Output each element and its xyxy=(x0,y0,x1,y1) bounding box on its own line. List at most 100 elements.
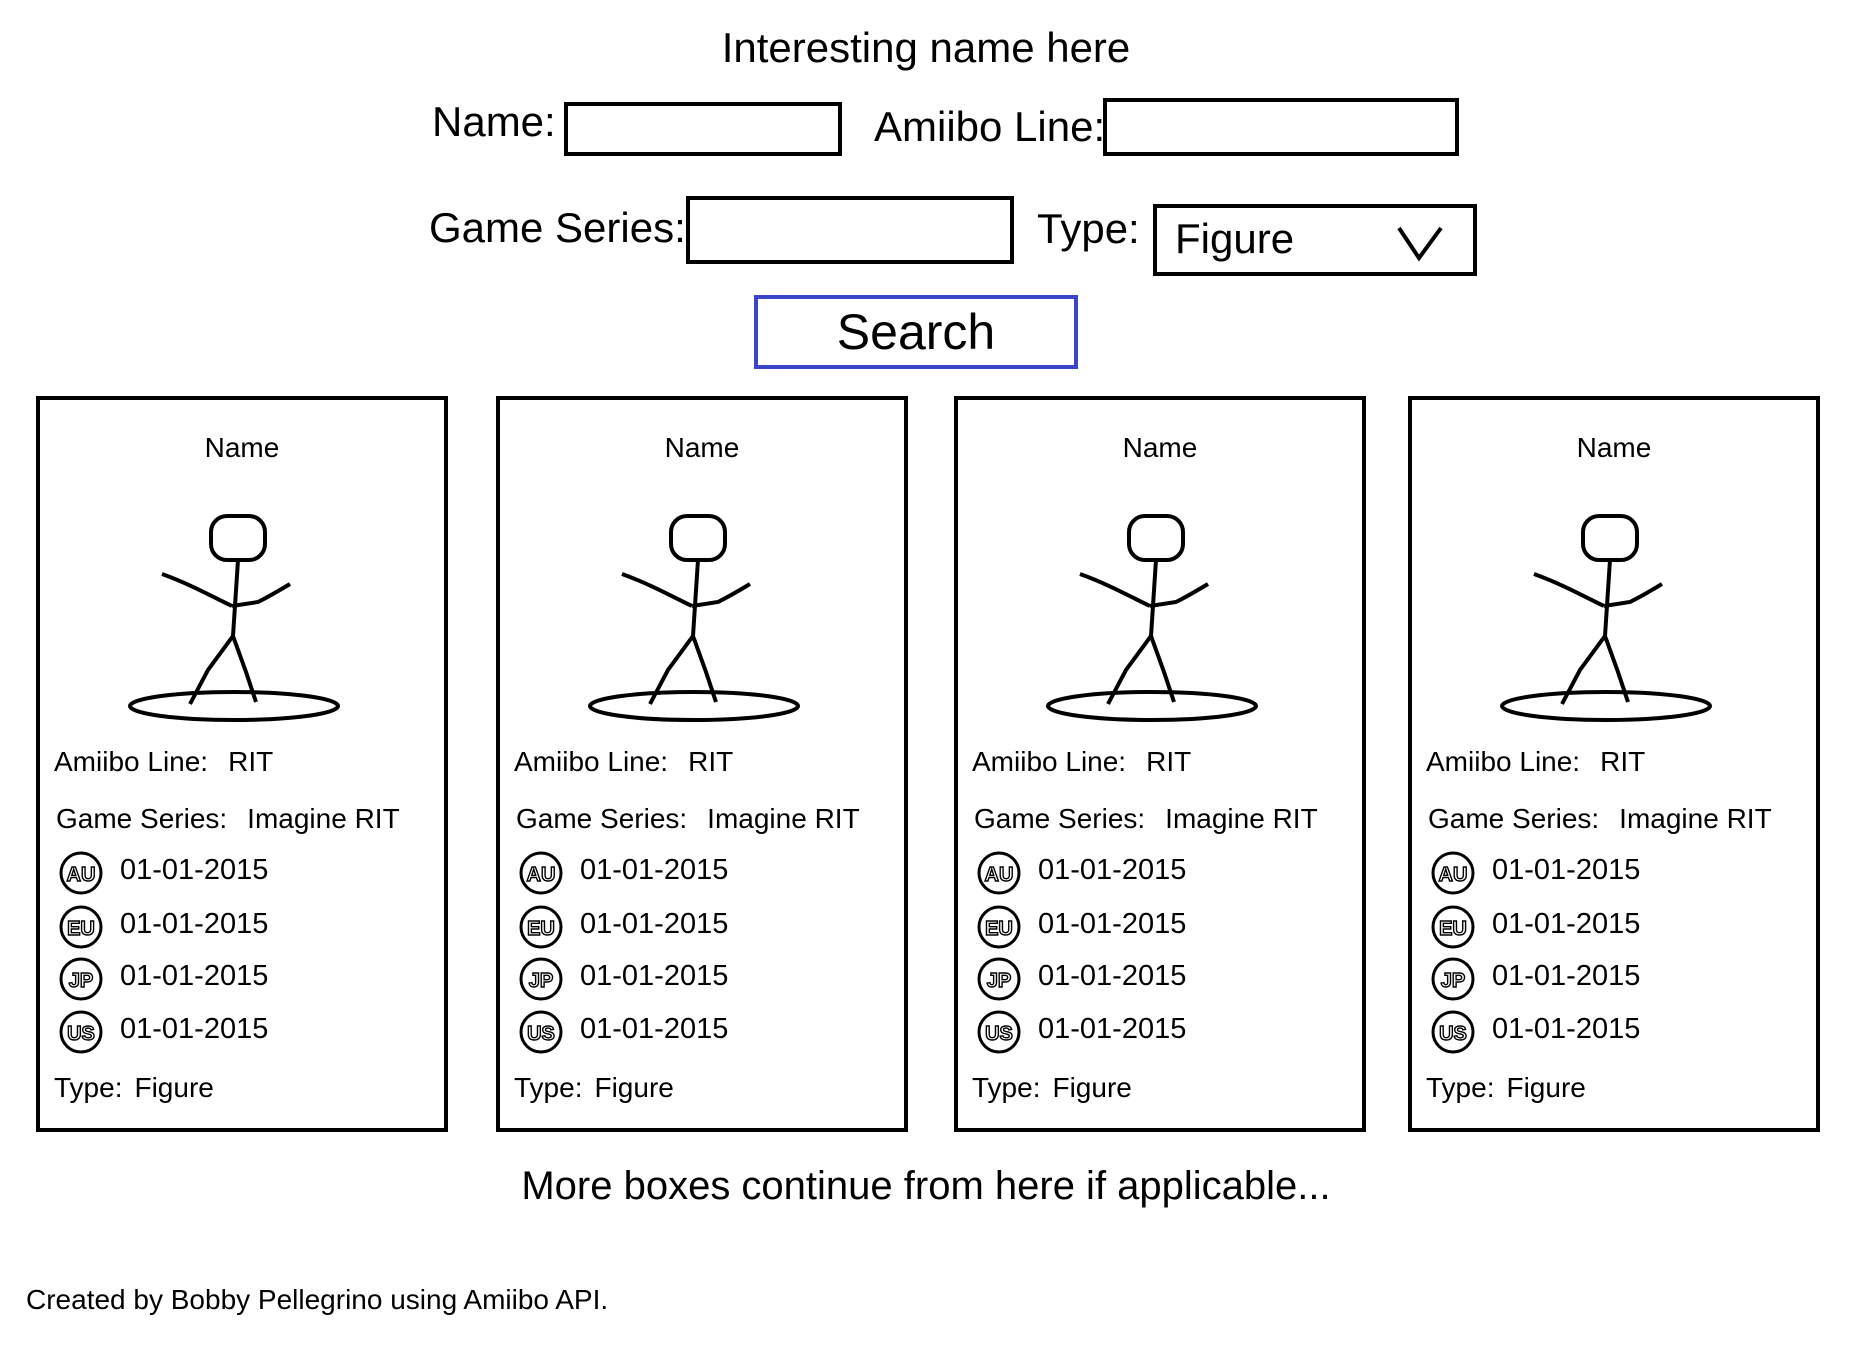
amiibo-card[interactable]: Name Amiibo Line: RIT Game Series: Imagine… xyxy=(1408,396,1820,1132)
game-series-value: Imagine RIT xyxy=(1619,803,1772,834)
release-date: 01-01-2015 xyxy=(580,960,729,992)
card-name: Name xyxy=(1576,432,1652,463)
svg-text:US: US xyxy=(1439,1023,1467,1045)
game-series-row: Game Series: Imagine RIT xyxy=(56,803,400,835)
more-results-note: More boxes continue from here if applica… xyxy=(521,1164,1331,1208)
release-date: 01-01-2015 xyxy=(1492,854,1641,886)
chevron-down-icon xyxy=(1397,226,1443,262)
amiibo-line-row: Amiibo Line: RIT xyxy=(972,746,1191,778)
svg-text:JP: JP xyxy=(69,970,93,992)
release-date: 01-01-2015 xyxy=(120,1013,269,1045)
au-region-icon: AU xyxy=(1431,851,1475,895)
jp-region-icon: JP xyxy=(59,957,103,1001)
svg-text:US: US xyxy=(985,1023,1013,1045)
amiibo-line-value: RIT xyxy=(1600,746,1646,777)
card-type-value: Figure xyxy=(134,1072,214,1103)
au-region-icon: AU xyxy=(519,851,563,895)
release-date: 01-01-2015 xyxy=(580,1013,729,1045)
type-select[interactable]: Figure xyxy=(1153,204,1477,276)
type-label: Type: xyxy=(1037,205,1140,252)
release-date: 01-01-2015 xyxy=(580,908,729,940)
us-region-icon: US xyxy=(59,1010,103,1054)
release-row: EU 01-01-2015 xyxy=(976,904,1276,950)
card-name: Name xyxy=(204,432,280,463)
release-date: 01-01-2015 xyxy=(580,854,729,886)
type-row: Type: Figure xyxy=(972,1072,1132,1104)
release-date: 01-01-2015 xyxy=(1492,908,1641,940)
svg-text:EU: EU xyxy=(1439,918,1467,940)
search-button[interactable]: Search xyxy=(754,295,1078,369)
jp-region-icon: JP xyxy=(519,957,563,1001)
release-row: EU 01-01-2015 xyxy=(1430,904,1730,950)
svg-text:AU: AU xyxy=(985,864,1014,886)
amiibo-line-row: Amiibo Line: RIT xyxy=(1426,746,1645,778)
release-date: 01-01-2015 xyxy=(120,960,269,992)
game-series-row: Game Series: Imagine RIT xyxy=(1428,803,1772,835)
card-type-value: Figure xyxy=(1052,1072,1132,1103)
us-region-icon: US xyxy=(1431,1010,1475,1054)
release-row: JP 01-01-2015 xyxy=(1430,956,1730,1002)
eu-region-icon: EU xyxy=(59,905,103,949)
card-type-label: Type: xyxy=(972,1072,1041,1103)
svg-text:AU: AU xyxy=(527,864,556,886)
release-date: 01-01-2015 xyxy=(1038,854,1187,886)
svg-text:EU: EU xyxy=(527,918,555,940)
card-name: Name xyxy=(1122,432,1198,463)
svg-text:AU: AU xyxy=(1439,864,1468,886)
amiibo-line-label: Amiibo Line: xyxy=(54,746,209,777)
name-input[interactable] xyxy=(564,102,842,156)
amiibo-line-value: RIT xyxy=(228,746,274,777)
svg-text:EU: EU xyxy=(985,918,1013,940)
release-row: EU 01-01-2015 xyxy=(58,904,358,950)
amiibo-line-value: RIT xyxy=(1146,746,1192,777)
amiibo-line-label: Amiibo Line: xyxy=(1426,746,1581,777)
amiibo-line-row: Amiibo Line: RIT xyxy=(54,746,273,778)
game-series-row: Game Series: Imagine RIT xyxy=(974,803,1318,835)
name-label: Name: xyxy=(432,98,556,145)
amiibo-line-input[interactable] xyxy=(1103,98,1459,156)
footer-credit: Created by Bobby Pellegrino using Amiibo… xyxy=(26,1284,609,1315)
amiibo-card[interactable]: Name Amiibo Line: RIT Game Series: Imagine… xyxy=(36,396,448,1132)
stick-figure-icon xyxy=(588,514,800,722)
release-row: AU 01-01-2015 xyxy=(976,850,1276,896)
release-row: AU 01-01-2015 xyxy=(58,850,358,896)
eu-region-icon: EU xyxy=(519,905,563,949)
stick-figure-icon xyxy=(128,514,340,722)
release-row: EU 01-01-2015 xyxy=(518,904,818,950)
type-row: Type: Figure xyxy=(514,1072,674,1104)
game-series-label: Game Series: xyxy=(974,803,1146,834)
svg-text:US: US xyxy=(67,1023,95,1045)
amiibo-card[interactable]: Name Amiibo Line: RIT Game Series: Imagine… xyxy=(496,396,908,1132)
page-title: Interesting name here xyxy=(721,24,1131,71)
release-date: 01-01-2015 xyxy=(1492,960,1641,992)
game-series-value: Imagine RIT xyxy=(1165,803,1318,834)
au-region-icon: AU xyxy=(977,851,1021,895)
game-series-label: Game Series: xyxy=(429,204,686,251)
amiibo-line-label: Amiibo Line: xyxy=(874,103,1106,150)
amiibo-line-row: Amiibo Line: RIT xyxy=(514,746,733,778)
eu-region-icon: EU xyxy=(977,905,1021,949)
amiibo-line-label: Amiibo Line: xyxy=(972,746,1127,777)
svg-text:AU: AU xyxy=(67,864,96,886)
type-select-value: Figure xyxy=(1175,215,1295,262)
release-date: 01-01-2015 xyxy=(120,854,269,886)
type-row: Type: Figure xyxy=(1426,1072,1586,1104)
game-series-input[interactable] xyxy=(686,196,1014,264)
jp-region-icon: JP xyxy=(1431,957,1475,1001)
us-region-icon: US xyxy=(519,1010,563,1054)
card-type-value: Figure xyxy=(594,1072,674,1103)
release-date: 01-01-2015 xyxy=(1038,960,1187,992)
game-series-value: Imagine RIT xyxy=(247,803,400,834)
amiibo-card[interactable]: Name Amiibo Line: RIT Game Series: Imagine… xyxy=(954,396,1366,1132)
game-series-label: Game Series: xyxy=(1428,803,1600,834)
game-series-row: Game Series: Imagine RIT xyxy=(516,803,860,835)
release-row: JP 01-01-2015 xyxy=(976,956,1276,1002)
amiibo-line-value: RIT xyxy=(688,746,734,777)
svg-text:JP: JP xyxy=(987,970,1011,992)
card-type-label: Type: xyxy=(1426,1072,1495,1103)
game-series-label: Game Series: xyxy=(516,803,688,834)
release-date: 01-01-2015 xyxy=(120,908,269,940)
svg-text:EU: EU xyxy=(67,918,95,940)
release-date: 01-01-2015 xyxy=(1492,1013,1641,1045)
eu-region-icon: EU xyxy=(1431,905,1475,949)
